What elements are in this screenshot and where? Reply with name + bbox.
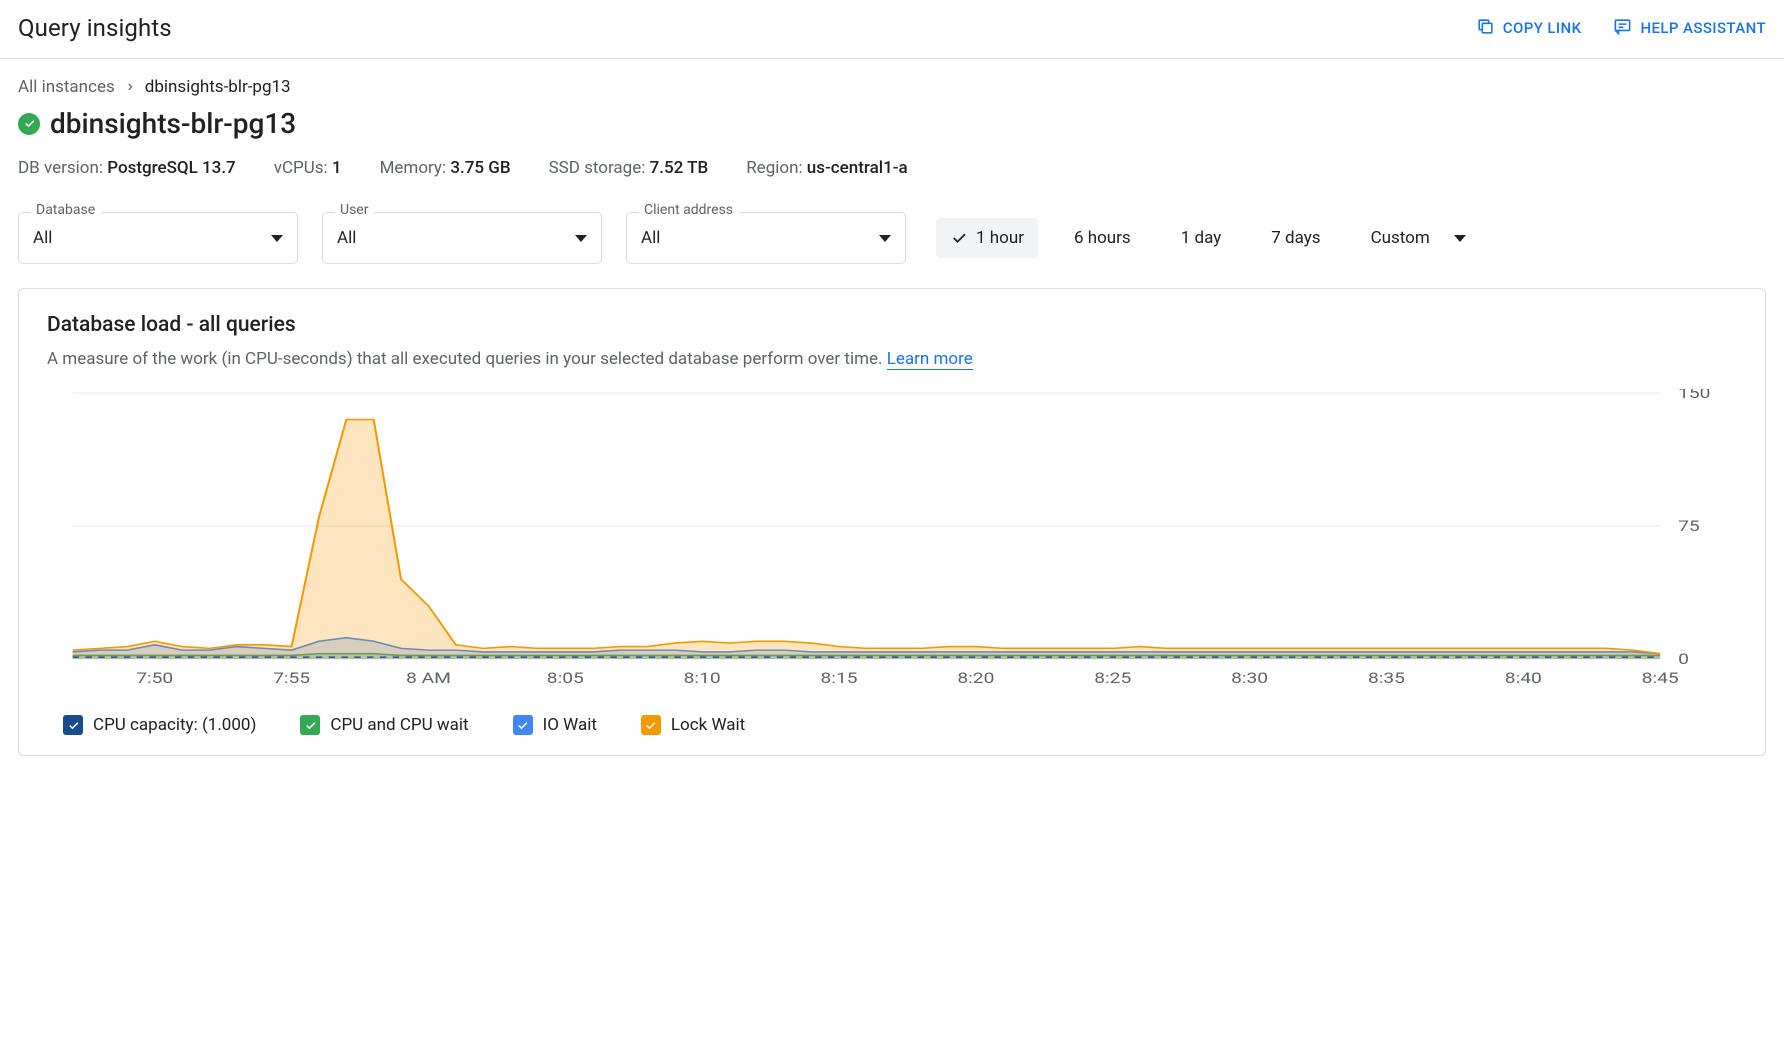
svg-text:8:25: 8:25 <box>1094 670 1131 687</box>
breadcrumb-root[interactable]: All instances <box>18 77 115 97</box>
help-assistant-button[interactable]: HELP ASSISTANT <box>1613 17 1766 40</box>
svg-text:8:10: 8:10 <box>684 670 721 687</box>
copy-link-button[interactable]: COPY LINK <box>1476 17 1582 40</box>
help-assistant-label: HELP ASSISTANT <box>1640 19 1766 37</box>
user-select[interactable]: All <box>322 212 602 264</box>
instance-meta: DB version: PostgreSQL 13.7 vCPUs: 1 Mem… <box>18 158 1766 178</box>
status-ok-icon <box>18 113 40 135</box>
caret-down-icon <box>1454 235 1466 242</box>
breadcrumb-current: dbinsights-blr-pg13 <box>145 77 291 97</box>
legend-item[interactable]: Lock Wait <box>641 715 745 735</box>
time-range-chip[interactable]: 1 hour <box>936 218 1038 258</box>
chat-icon <box>1613 17 1632 40</box>
legend-item[interactable]: CPU and CPU wait <box>300 715 468 735</box>
svg-text:8:40: 8:40 <box>1505 670 1542 687</box>
user-filter-label: User <box>334 202 374 218</box>
client-filter-label: Client address <box>638 202 739 218</box>
filter-row: Database All User All Client address All… <box>18 212 1766 264</box>
db-load-card: Database load - all queries A measure of… <box>18 288 1766 756</box>
svg-text:75: 75 <box>1678 518 1700 535</box>
legend-item[interactable]: IO Wait <box>513 715 597 735</box>
chart-legend: CPU capacity: (1.000) CPU and CPU wait IO … <box>47 715 1737 735</box>
legend-item[interactable]: CPU capacity: (1.000) <box>63 715 256 735</box>
time-range-chip[interactable]: 6 hours <box>1060 218 1145 258</box>
database-filter: Database All <box>18 212 298 264</box>
caret-down-icon <box>271 235 283 242</box>
card-description: A measure of the work (in CPU-seconds) t… <box>47 349 1737 369</box>
svg-text:8:05: 8:05 <box>547 670 584 687</box>
svg-text:150: 150 <box>1678 389 1710 402</box>
database-select[interactable]: All <box>18 212 298 264</box>
database-filter-label: Database <box>30 202 101 218</box>
time-range-chips: 1 hour 6 hours 1 day 7 days Custom <box>936 218 1480 258</box>
user-filter: User All <box>322 212 602 264</box>
svg-text:8:35: 8:35 <box>1368 670 1405 687</box>
legend-swatch-icon <box>641 715 661 735</box>
client-filter: Client address All <box>626 212 906 264</box>
instance-name: dbinsights-blr-pg13 <box>50 107 296 140</box>
legend-swatch-icon <box>300 715 320 735</box>
legend-swatch-icon <box>513 715 533 735</box>
page-title: Query insights <box>18 14 172 42</box>
svg-text:8:15: 8:15 <box>821 670 858 687</box>
copy-link-label: COPY LINK <box>1503 19 1582 37</box>
svg-text:0: 0 <box>1678 651 1689 668</box>
card-title: Database load - all queries <box>47 313 1737 337</box>
svg-text:8:30: 8:30 <box>1231 670 1268 687</box>
db-load-chart: 0 75 150 7:50 7:55 8 AM 8:05 8:10 8:15 8:20 8:25 8:… <box>47 389 1737 689</box>
time-range-chip[interactable]: Custom <box>1357 218 1481 258</box>
client-select[interactable]: All <box>626 212 906 264</box>
breadcrumb: All instances dbinsights-blr-pg13 <box>18 77 1766 97</box>
svg-text:7:55: 7:55 <box>273 670 310 687</box>
svg-text:8:45: 8:45 <box>1642 670 1679 687</box>
time-range-chip[interactable]: 7 days <box>1257 218 1334 258</box>
copy-icon <box>1476 17 1495 40</box>
caret-down-icon <box>879 235 891 242</box>
learn-more-link[interactable]: Learn more <box>887 349 973 370</box>
time-range-chip[interactable]: 1 day <box>1167 218 1236 258</box>
svg-text:8 AM: 8 AM <box>406 670 451 687</box>
caret-down-icon <box>575 235 587 242</box>
legend-swatch-icon <box>63 715 83 735</box>
svg-text:7:50: 7:50 <box>136 670 173 687</box>
svg-text:8:20: 8:20 <box>957 670 994 687</box>
chevron-right-icon <box>125 77 135 97</box>
